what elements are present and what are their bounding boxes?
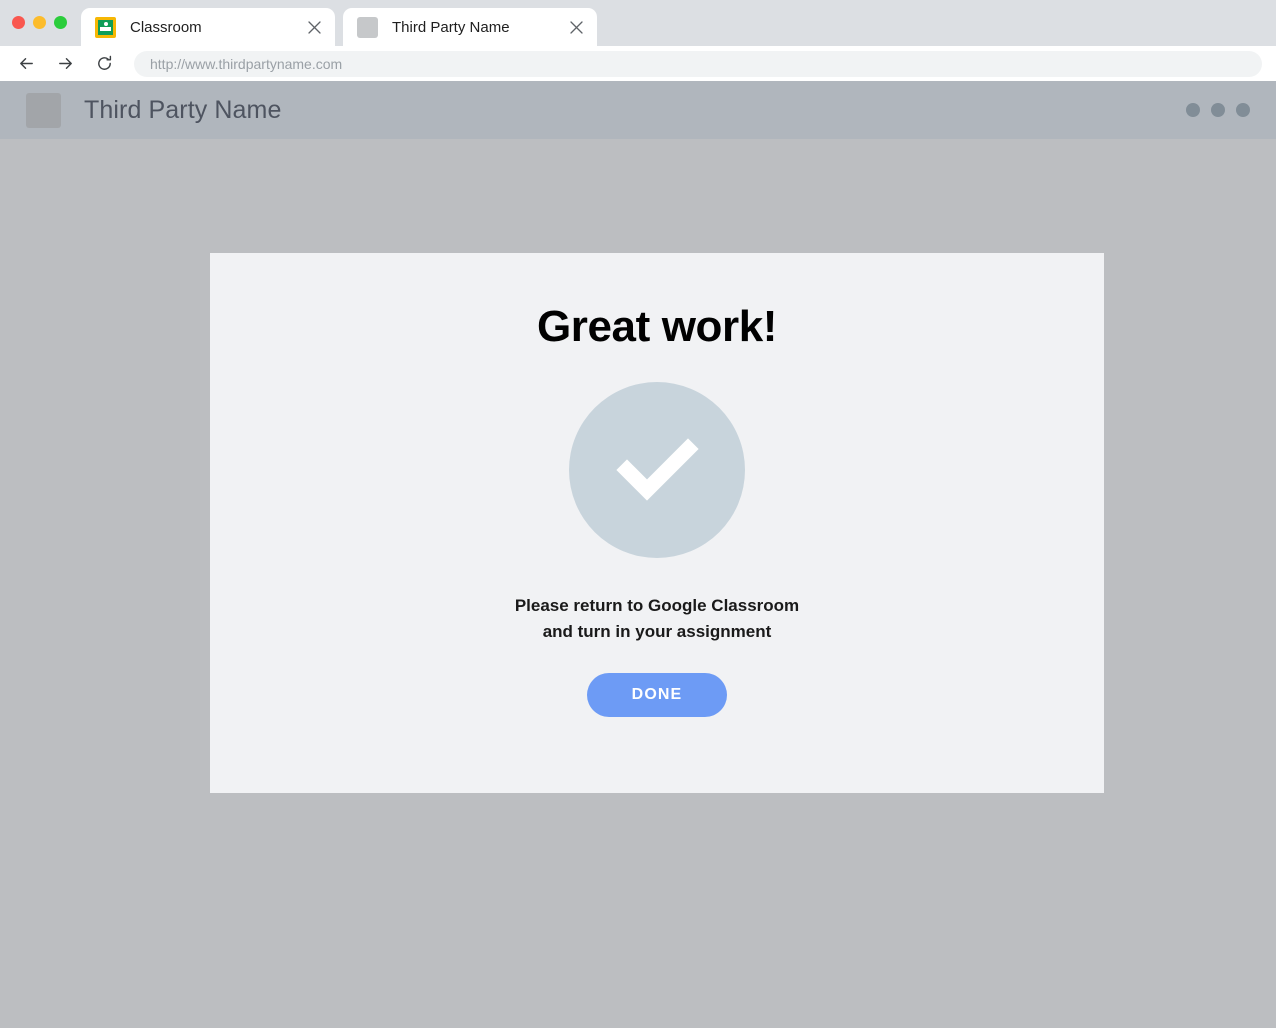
dot-3 — [1236, 103, 1250, 117]
tab-third-party-name-close-icon[interactable] — [563, 14, 589, 40]
site-logo-placeholder-icon — [26, 92, 61, 128]
reload-icon[interactable] — [90, 50, 118, 78]
done-button[interactable]: DONE — [587, 673, 727, 717]
card-message: Please return to Google Classroom and tu… — [515, 593, 799, 645]
site-title: Third Party Name — [84, 95, 282, 124]
window-maximize-button[interactable] — [54, 16, 67, 29]
tab-third-party-name-label: Third Party Name — [392, 18, 510, 36]
tab-classroom-close-icon[interactable] — [301, 14, 327, 40]
arrow-right-icon[interactable] — [51, 50, 79, 78]
tab-third-party-name[interactable]: Third Party Name — [343, 8, 597, 46]
dot-1 — [1186, 103, 1200, 117]
card-message-line-1: Please return to Google Classroom — [514, 596, 800, 615]
page-body: Great work! Please return to Google Clas… — [0, 139, 1276, 1028]
arrow-left-icon[interactable] — [12, 50, 40, 78]
window-traffic-lights — [12, 16, 67, 29]
google-classroom-icon — [95, 16, 116, 38]
browser-toolbar — [0, 46, 1276, 81]
tab-strip: Classroom Third Party Name — [0, 0, 1276, 46]
address-bar[interactable] — [134, 50, 1262, 77]
blank-favicon-icon — [357, 16, 378, 38]
three-dots-icon[interactable] — [1186, 103, 1250, 117]
window-close-button[interactable] — [12, 16, 25, 29]
tab-classroom[interactable]: Classroom — [81, 8, 335, 46]
site-header: Third Party Name — [0, 81, 1276, 139]
completion-card: Great work! Please return to Google Clas… — [210, 253, 1104, 793]
card-message-line-2: and turn in your assignment — [542, 622, 772, 641]
tab-classroom-label: Classroom — [130, 18, 202, 36]
dot-2 — [1211, 103, 1225, 117]
browser-window: Classroom Third Party Name http://www.th… — [0, 0, 1276, 1028]
window-minimize-button[interactable] — [33, 16, 46, 29]
address-bar-input[interactable] — [150, 55, 1246, 72]
tab-list: Classroom Third Party Name — [81, 8, 597, 46]
checkmark-circle-icon — [569, 382, 745, 558]
card-heading: Great work! — [536, 302, 778, 351]
